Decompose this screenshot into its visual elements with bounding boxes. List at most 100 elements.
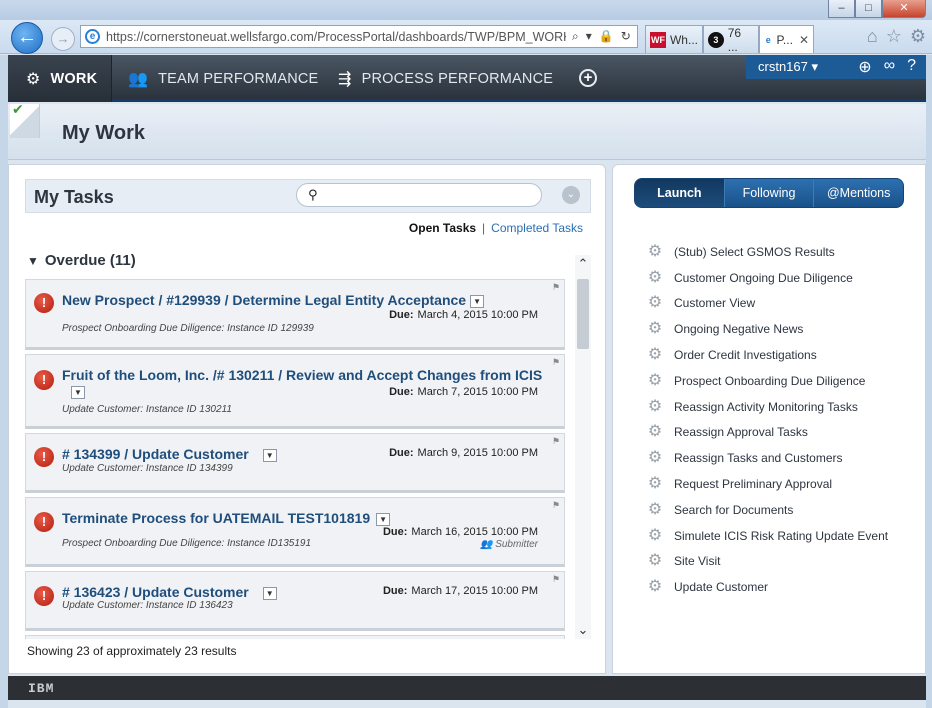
close-icon[interactable]: ✕ <box>799 33 809 47</box>
list-item[interactable]: ⚑ ! # 134399 / Update Customer ▼ Due: Marc… <box>25 433 565 493</box>
launch-item[interactable]: ⚙ Order Credit Investigations <box>647 342 888 368</box>
task-due: Due: March 16, 2015 10:00 PM <box>383 526 538 538</box>
tab-launch[interactable]: Launch <box>635 179 725 207</box>
due-label: Due: <box>389 447 414 459</box>
gear-icon[interactable]: ⚙ <box>910 26 926 47</box>
refresh-icon[interactable]: ↻ <box>621 29 631 44</box>
scroll-up-icon[interactable]: ⌃ <box>575 255 591 273</box>
task-title[interactable]: Terminate Process for UATEMAIL TEST10181… <box>62 510 391 526</box>
task-subtitle: Update Customer: Instance ID 134399 <box>62 463 233 474</box>
list-item[interactable] <box>25 635 565 639</box>
search-icon[interactable]: ⌕ <box>572 29 579 44</box>
tab-team-performance[interactable]: 👥 TEAM PERFORMANCE <box>128 55 318 102</box>
page-header: ✔ My Work <box>8 101 926 160</box>
dropdown-icon[interactable]: ▼ <box>71 386 85 399</box>
alert-icon: ! <box>34 293 54 313</box>
flag-icon[interactable]: ⚑ <box>552 436 560 447</box>
browser-tab-3[interactable]: e P... ✕ <box>759 25 814 53</box>
launch-list: ⚙ (Stub) Select GSMOS Results ⚙ Customer O… <box>647 239 888 600</box>
list-item[interactable]: ⚑ ! Fruit of the Loom, Inc. /# 130211 / … <box>25 354 565 429</box>
launch-item[interactable]: ⚙ Search for Documents <box>647 497 888 523</box>
launch-item[interactable]: ⚙ (Stub) Select GSMOS Results <box>647 239 888 265</box>
browser-tab-1[interactable]: WF Wh... <box>645 25 703 53</box>
flag-icon[interactable]: ⚑ <box>552 500 560 511</box>
add-tab-icon[interactable]: + <box>579 69 597 87</box>
dropdown-icon[interactable]: ▼ <box>376 512 391 526</box>
home-icon[interactable]: ⌂ <box>867 26 878 47</box>
close-window-button[interactable]: ✕ <box>882 0 926 18</box>
back-button[interactable]: ← <box>11 22 43 54</box>
dropdown-icon[interactable]: ▼ <box>262 448 277 462</box>
due-date: March 4, 2015 10:00 PM <box>417 309 538 321</box>
task-scrollbar[interactable]: ⌃ ⌄ <box>575 255 591 639</box>
launch-item[interactable]: ⚙ Reassign Approval Tasks <box>647 420 888 446</box>
task-due: Due: March 17, 2015 10:00 PM <box>383 585 538 597</box>
username[interactable]: crstn167 ▾ <box>758 59 818 75</box>
address-bar[interactable]: e https://cornerstoneuat.wellsfargo.com/… <box>80 25 638 48</box>
launch-item[interactable]: ⚙ Reassign Activity Monitoring Tasks <box>647 394 888 420</box>
due-label: Due: <box>382 526 408 538</box>
launch-item[interactable]: ⚙ Update Customer <box>647 574 888 600</box>
chevron-down-icon[interactable]: ⌄ <box>562 186 580 204</box>
tab-label: PROCESS PERFORMANCE <box>361 70 554 87</box>
footer: IBM <box>8 676 926 700</box>
dropdown-icon[interactable]: ▼ <box>262 586 277 600</box>
url-text[interactable]: https://cornerstoneuat.wellsfargo.com/Pr… <box>106 30 566 44</box>
ibm-logo: IBM <box>28 681 55 696</box>
flag-icon[interactable]: ⚑ <box>552 282 560 293</box>
launch-item[interactable]: ⚙ Customer View <box>647 291 888 317</box>
window-controls: – □ ✕ <box>828 0 926 18</box>
search-field[interactable]: ⚲ <box>296 183 542 207</box>
scroll-down-icon[interactable]: ⌄ <box>575 621 591 639</box>
tab-work[interactable]: ⚙ WORK <box>8 55 112 102</box>
scroll-thumb[interactable] <box>577 279 589 349</box>
task-title-text: # 134399 / Update Customer <box>62 446 249 462</box>
list-item[interactable]: ⚑ ! Terminate Process for UATEMAIL TEST1… <box>25 497 565 567</box>
flag-icon[interactable]: ⚑ <box>552 357 560 368</box>
open-tasks-link[interactable]: Open Tasks <box>409 221 476 235</box>
forward-button[interactable]: → <box>51 27 75 51</box>
submitter-text: Submitter <box>495 539 538 550</box>
alert-icon: ! <box>34 586 54 606</box>
task-title[interactable]: # 136423 / Update Customer ▼ <box>62 584 277 600</box>
flag-icon[interactable]: ⚑ <box>552 574 560 585</box>
launch-item[interactable]: ⚙ Customer Ongoing Due Diligence <box>647 265 888 291</box>
tab-following[interactable]: Following <box>725 179 815 207</box>
dropdown-icon[interactable]: ▾ <box>586 29 592 44</box>
collapse-triangle-icon[interactable]: ▼ <box>27 254 39 268</box>
gear-icon: ⚙ <box>647 294 663 312</box>
list-item[interactable]: ⚑ ! New Prospect / #129939 / Determine L… <box>25 279 565 350</box>
search-input[interactable] <box>327 187 527 201</box>
gear-icon: ⚙ <box>647 346 663 364</box>
task-title-text: # 136423 / Update Customer <box>62 584 249 600</box>
browser-toolbar: ← → e https://cornerstoneuat.wellsfargo.… <box>0 20 932 54</box>
minimize-button[interactable]: – <box>828 0 855 18</box>
launch-item[interactable]: ⚙ Site Visit <box>647 549 888 575</box>
launch-item[interactable]: ⚙ Reassign Tasks and Customers <box>647 445 888 471</box>
task-title[interactable]: Fruit of the Loom, Inc. /# 130211 / Revi… <box>62 367 542 383</box>
overdue-group[interactable]: ▼ Overdue (11) <box>27 252 136 269</box>
globe-icon[interactable]: ⊕ <box>858 57 871 77</box>
launch-item[interactable]: ⚙ Simulete ICIS Risk Rating Update Event <box>647 523 888 549</box>
task-title[interactable]: New Prospect / #129939 / Determine Legal… <box>62 292 485 308</box>
tab-mentions[interactable]: @Mentions <box>814 179 903 207</box>
launch-item[interactable]: ⚙ Ongoing Negative News <box>647 316 888 342</box>
completed-tasks-link[interactable]: Completed Tasks <box>491 221 583 235</box>
tasks-header: My Tasks ⚲ ⌄ <box>25 179 591 213</box>
lock-icon[interactable]: 🔒 <box>599 29 614 44</box>
link-icon[interactable]: ∞ <box>884 57 895 77</box>
browser-tab-2[interactable]: 3 76 ... <box>703 25 759 54</box>
favorites-icon[interactable]: ☆ <box>886 26 902 47</box>
user-menu[interactable]: crstn167 ▾ ⊕ ∞ ? <box>746 55 926 79</box>
dropdown-icon[interactable]: ▼ <box>470 294 485 308</box>
tab-process-performance[interactable]: ⇶ PROCESS PERFORMANCE <box>338 55 553 102</box>
list-item[interactable]: ⚑ ! # 136423 / Update Customer ▼ Due: Marc… <box>25 571 565 631</box>
help-icon[interactable]: ? <box>907 57 916 77</box>
due-date: March 9, 2015 10:00 PM <box>417 447 538 459</box>
maximize-button[interactable]: □ <box>855 0 882 18</box>
launch-item[interactable]: ⚙ Prospect Onboarding Due Diligence <box>647 368 888 394</box>
launch-item-label: Customer View <box>674 296 756 311</box>
task-title[interactable]: # 134399 / Update Customer ▼ <box>62 446 277 462</box>
launch-item[interactable]: ⚙ Request Preliminary Approval <box>647 471 888 497</box>
search-icon: ⚲ <box>308 187 318 202</box>
